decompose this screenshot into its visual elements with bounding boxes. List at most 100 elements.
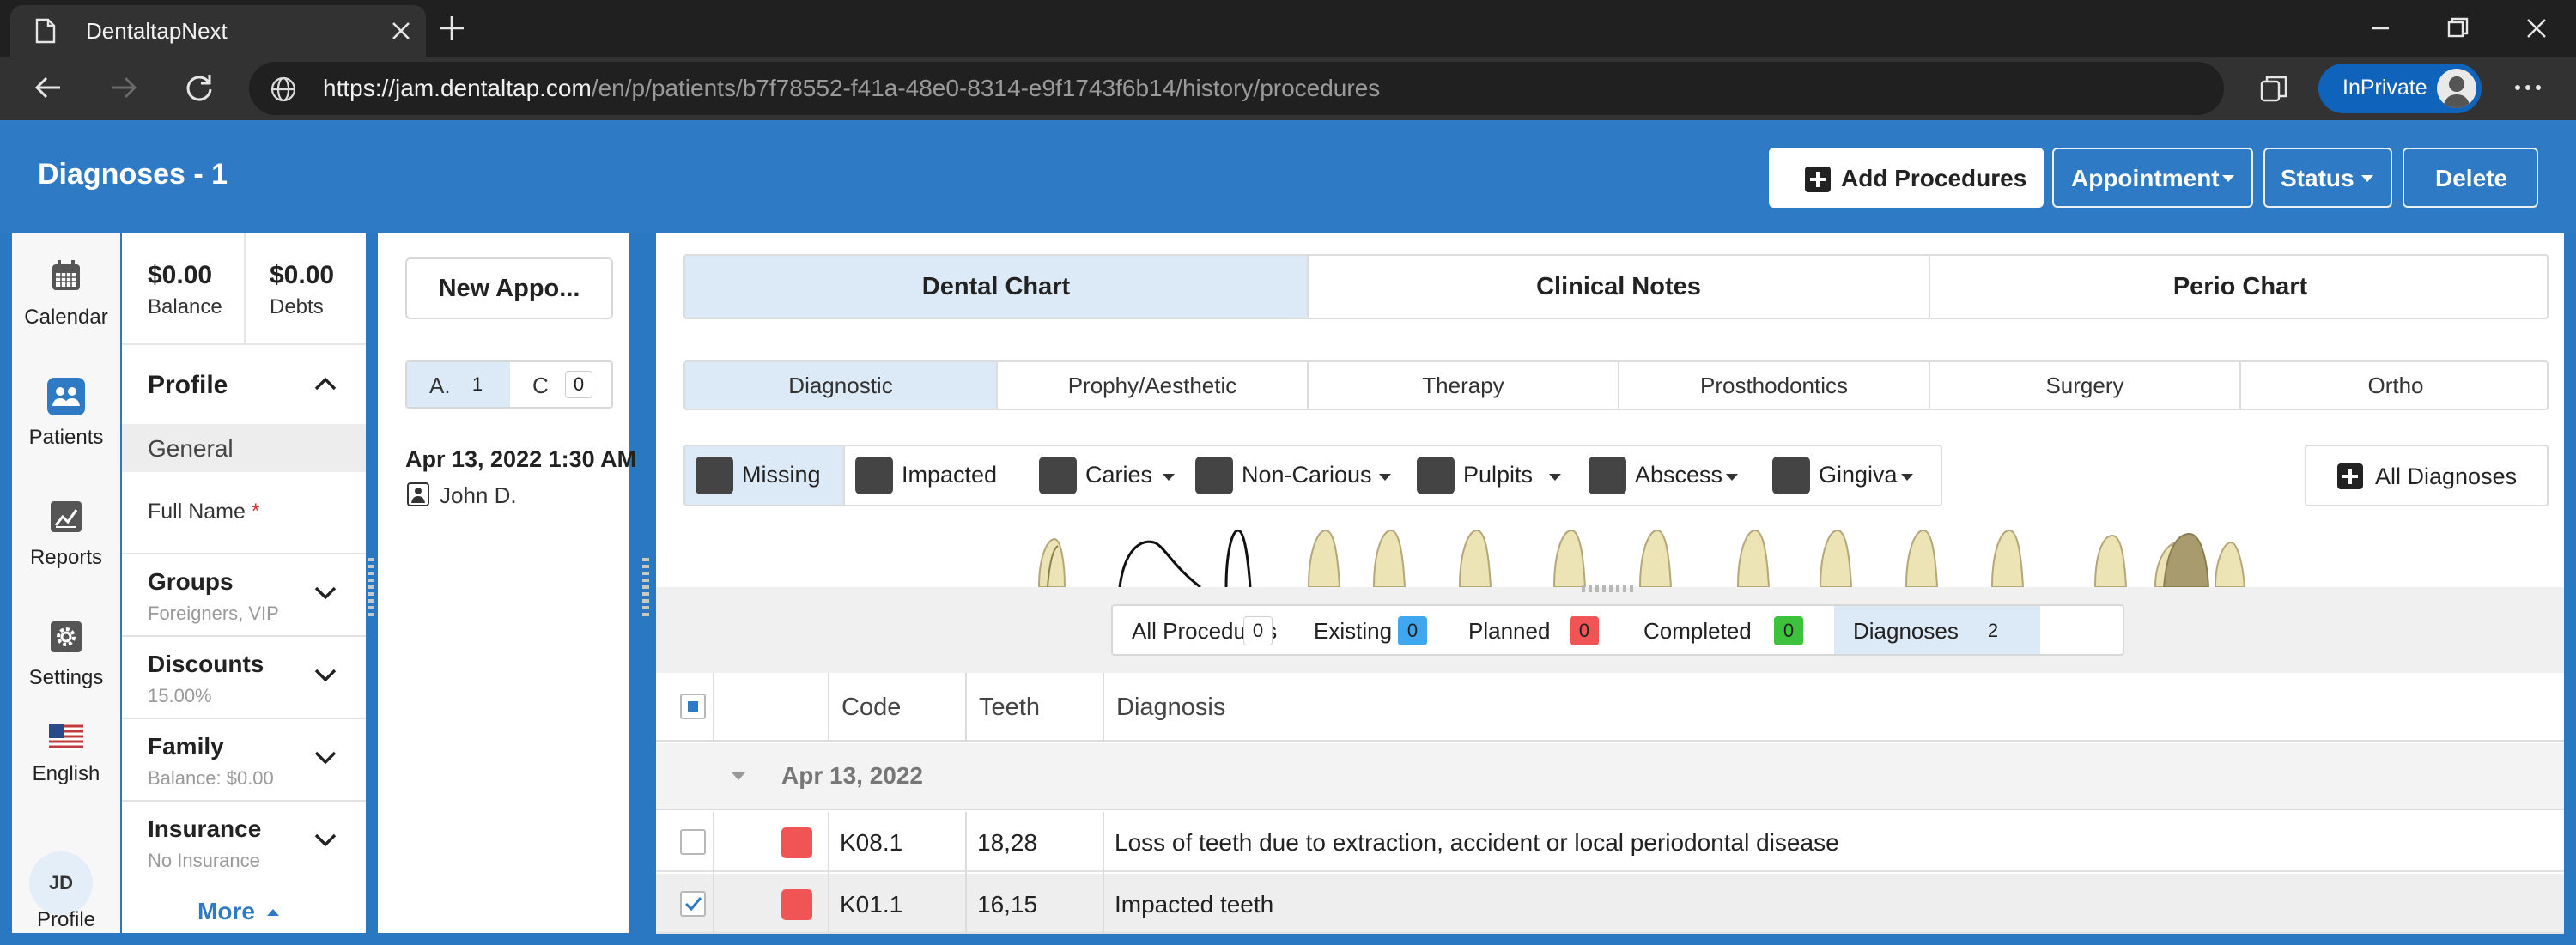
pulpits-tool-button[interactable]: Pulpits	[1406, 446, 1577, 505]
filter-count-badge: 2	[1978, 616, 2008, 645]
profile-section-header[interactable]: Profile	[122, 343, 366, 424]
nav-item-profile[interactable]: Profile	[12, 908, 120, 932]
tool-label: Non-Carious	[1242, 462, 1372, 488]
family-section[interactable]: Family Balance: $0.00	[122, 718, 366, 800]
url-text: https://jam.dentaltap.com/en/p/patients/…	[323, 75, 1381, 101]
subtab-therapy[interactable]: Therapy	[1307, 362, 1618, 409]
row-diagnosis: Loss of teeth due to extraction, acciden…	[1115, 829, 1839, 856]
forward-icon[interactable]	[106, 70, 141, 105]
more-link[interactable]: More	[197, 898, 279, 925]
add-procedures-button[interactable]: Add Procedures	[1769, 148, 2044, 208]
indeterminate-mark	[688, 701, 698, 712]
debts-block: $0.00 Debts	[270, 261, 334, 319]
nav-item-language[interactable]: English	[12, 724, 120, 786]
abscess-tool-button[interactable]: Abscess	[1578, 446, 1759, 505]
plus-icon	[1805, 167, 1831, 192]
status-color	[781, 827, 812, 858]
nav-item-settings[interactable]: Settings	[12, 618, 120, 690]
new-tab-icon[interactable]	[436, 13, 467, 44]
page-icon	[34, 18, 57, 44]
restore-icon[interactable]	[2444, 15, 2471, 42]
caries-tool-button[interactable]: Caries	[1029, 446, 1182, 505]
non-carious-tool-button[interactable]: Non-Carious	[1185, 446, 1400, 505]
subtab-ortho[interactable]: Ortho	[2239, 362, 2547, 409]
row-checkbox[interactable]	[680, 829, 706, 855]
column-divider	[828, 812, 829, 933]
dental-chart-teeth[interactable]	[656, 530, 2564, 587]
close-window-icon[interactable]	[2523, 15, 2550, 42]
row-diagnosis: Impacted teeth	[1115, 891, 1274, 918]
subtab-prophy-aesthetic[interactable]: Prophy/Aesthetic	[996, 362, 1307, 409]
row-checkbox[interactable]	[680, 891, 706, 917]
filter-diagnoses[interactable]: Diagnoses 2	[1834, 606, 2040, 654]
filter-existing[interactable]: Existing 0	[1295, 606, 1449, 654]
column-divider	[965, 673, 967, 742]
inprivate-button[interactable]: InPrivate	[2318, 64, 2482, 113]
back-icon[interactable]	[31, 70, 65, 105]
filter-planned[interactable]: Planned 0	[1449, 606, 1625, 654]
status-label: Status	[2281, 165, 2354, 191]
impacted-tool-button[interactable]: Impacted	[843, 446, 1024, 505]
family-value: Balance: $0.00	[148, 767, 274, 789]
us-flag-icon	[49, 724, 83, 752]
status-button[interactable]: Status	[2263, 148, 2392, 208]
column-header-code[interactable]: Code	[841, 694, 901, 722]
tool-label: Pulpits	[1463, 462, 1534, 488]
column-divider	[1103, 812, 1104, 933]
tab-dental-chart[interactable]: Dental Chart	[685, 256, 1307, 318]
column-header-teeth[interactable]: Teeth	[979, 694, 1040, 722]
discounts-section[interactable]: Discounts 15.00%	[122, 635, 366, 718]
nav-item-patients[interactable]: Patients	[12, 378, 120, 450]
more-options-icon[interactable]	[2511, 70, 2545, 105]
gingiva-tool-button[interactable]: Gingiva	[1762, 446, 1942, 505]
filter-c-label[interactable]: C	[532, 373, 549, 399]
all-diagnoses-button[interactable]: All Diagnoses	[2305, 445, 2549, 506]
new-appointment-button[interactable]: New Appo...	[405, 257, 613, 319]
date-group-row[interactable]: Apr 13, 2022	[656, 743, 2564, 810]
chevron-down-icon	[1726, 474, 1738, 481]
caries-tooth-icon	[1039, 457, 1077, 494]
refresh-icon[interactable]	[182, 70, 216, 105]
filter-all-procedures[interactable]: All Procedures 0	[1113, 606, 1295, 654]
missing-tool-button[interactable]: Missing	[685, 446, 843, 505]
insurance-value: No Insurance	[148, 850, 260, 871]
tab-title: DentaltapNext	[86, 18, 228, 44]
filter-a-label[interactable]: A.	[429, 373, 451, 399]
filter-completed[interactable]: Completed 0	[1625, 606, 1834, 654]
caret-up-icon	[266, 909, 279, 916]
panel-resize-handle[interactable]	[642, 558, 649, 618]
select-all-checkbox[interactable]	[680, 694, 706, 719]
nav-item-calendar[interactable]: Calendar	[12, 257, 120, 330]
chevron-down-icon	[1901, 474, 1913, 481]
url-field[interactable]: https://jam.dentaltap.com/en/p/patients/…	[249, 62, 2224, 115]
browser-tab[interactable]: DentaltapNext	[10, 5, 426, 57]
subtab-surgery[interactable]: Surgery	[1929, 362, 2239, 409]
debts-label: Debts	[270, 295, 324, 318]
avatar[interactable]: JD	[29, 851, 93, 915]
full-name-label: Full Name *	[148, 500, 260, 524]
nav-item-reports[interactable]: Reports	[12, 498, 120, 570]
group-date: Apr 13, 2022	[781, 762, 923, 789]
minimize-icon[interactable]	[2366, 15, 2394, 42]
groups-section[interactable]: Groups Foreigners, VIP	[122, 553, 366, 635]
nav-label: Profile	[36, 908, 96, 931]
chevron-down-icon	[313, 584, 338, 603]
general-subsection[interactable]: General	[122, 424, 366, 472]
tab-close-icon[interactable]	[388, 18, 414, 44]
appointment-entry-date[interactable]: Apr 13, 2022 1:30 AM	[405, 446, 636, 473]
balance-block: $0.00 Balance	[148, 261, 222, 319]
resize-grip-icon[interactable]	[1582, 585, 1637, 592]
panel-resize-handle[interactable]	[368, 558, 374, 618]
table-row[interactable]: K08.1 18,28 Loss of teeth due to extract…	[656, 812, 2564, 872]
subtab-diagnostic[interactable]: Diagnostic	[685, 362, 996, 409]
delete-button[interactable]: Delete	[2403, 148, 2538, 208]
tab-perio-chart[interactable]: Perio Chart	[1929, 256, 2547, 318]
appointment-button[interactable]: Appointment	[2052, 148, 2253, 208]
insurance-section[interactable]: Insurance No Insurance	[122, 800, 366, 882]
subtab-prosthodontics[interactable]: Prosthodontics	[1618, 362, 1929, 409]
tab-clinical-notes[interactable]: Clinical Notes	[1307, 256, 1929, 318]
diagnosis-toolbar: Missing Impacted Caries Non-Carious Pulp…	[683, 445, 1942, 506]
table-row[interactable]: K01.1 16,15 Impacted teeth	[656, 874, 2564, 934]
collections-icon[interactable]	[2257, 71, 2291, 106]
column-header-diagnosis[interactable]: Diagnosis	[1116, 694, 1225, 722]
